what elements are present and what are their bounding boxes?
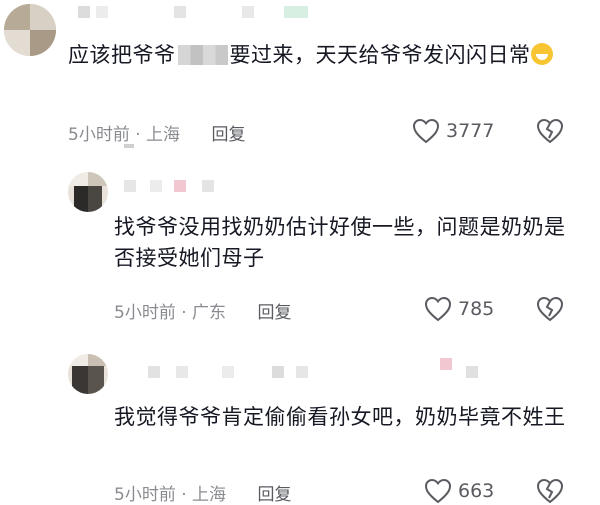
like-button[interactable]: 663 bbox=[424, 478, 494, 504]
username-redacted[interactable] bbox=[124, 180, 224, 194]
username-redacted[interactable] bbox=[78, 6, 308, 20]
comment-meta: 5小时前 · 上海 回复 bbox=[68, 125, 246, 145]
like-button[interactable]: 785 bbox=[424, 296, 494, 322]
comment-meta: 5小时前 · 上海 回复 bbox=[114, 485, 292, 505]
comment-text: 找爷爷没用找奶奶估计好使一些，问题是奶奶是否接受她们母子 bbox=[114, 215, 566, 270]
like-button[interactable]: 3777 bbox=[412, 118, 494, 144]
comment-meta: 5小时前 · 广东 回复 bbox=[114, 303, 292, 323]
avatar[interactable] bbox=[68, 172, 108, 212]
heart-icon bbox=[412, 118, 440, 144]
like-count: 663 bbox=[458, 480, 495, 502]
comment-text: 应该把爷爷 要过来，天天给爷爷发闪闪日常 bbox=[68, 40, 558, 71]
like-count: 785 bbox=[458, 298, 495, 320]
dislike-icon[interactable] bbox=[536, 118, 564, 144]
comment-location: 上海 bbox=[192, 485, 227, 505]
censored-name-block bbox=[177, 45, 228, 65]
reply-button[interactable]: 回复 bbox=[211, 125, 245, 145]
comment-time: 5小时前 bbox=[114, 485, 176, 505]
reply-button[interactable]: 回复 bbox=[257, 485, 291, 505]
heart-icon bbox=[424, 478, 452, 504]
comment-location: 上海 bbox=[146, 125, 181, 145]
comment-time: 5小时前 bbox=[68, 125, 130, 145]
comment-text: 我觉得爷爷肯定偷偷看孙女吧，奶奶毕竟不姓王 bbox=[114, 405, 566, 429]
comment-location: 广东 bbox=[192, 303, 227, 323]
username-redacted[interactable] bbox=[148, 358, 568, 380]
reply-button[interactable]: 回复 bbox=[257, 303, 291, 323]
avatar[interactable] bbox=[68, 354, 108, 394]
blur-fragment bbox=[124, 144, 134, 148]
comment-time: 5小时前 bbox=[114, 303, 176, 323]
dislike-icon[interactable] bbox=[536, 478, 564, 504]
dislike-icon[interactable] bbox=[536, 296, 564, 322]
laughing-tears-icon bbox=[530, 43, 553, 65]
heart-icon bbox=[424, 296, 452, 322]
like-count: 3777 bbox=[446, 120, 495, 142]
avatar[interactable] bbox=[4, 4, 56, 56]
